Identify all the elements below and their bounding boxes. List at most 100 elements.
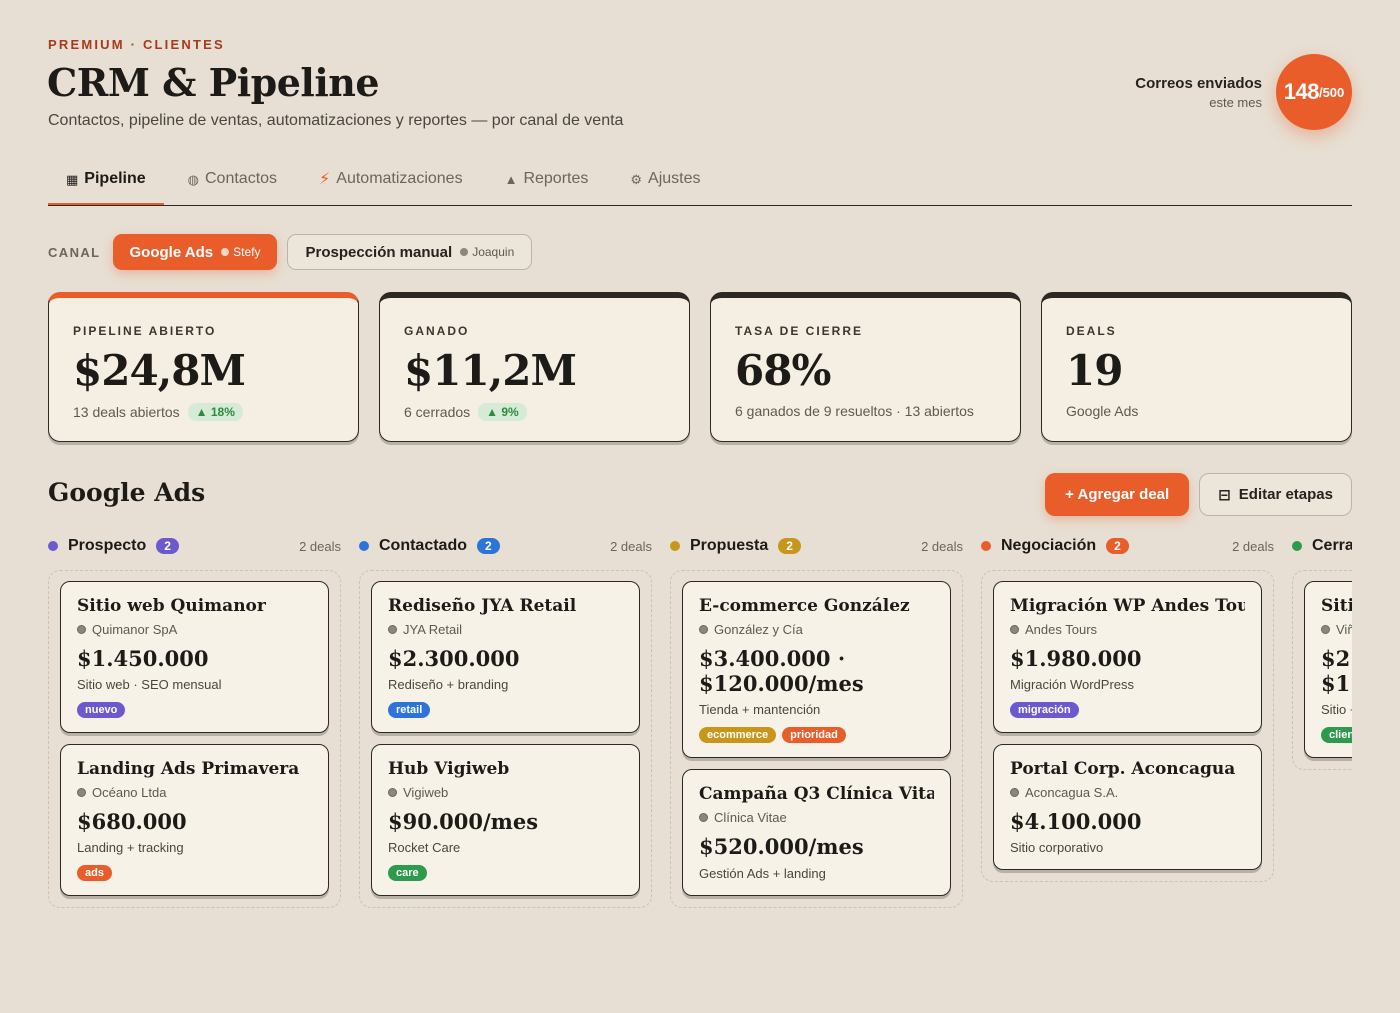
tab-label: Pipeline <box>84 170 146 187</box>
client-dot-icon <box>1010 625 1019 634</box>
deal-client: Aconcagua S.A. <box>1010 785 1245 800</box>
deal-card[interactable]: Hub Vigiweb Vigiweb $90.000/mes Rocket Care… <box>371 744 640 897</box>
column-count-badge: 2 <box>156 538 179 554</box>
deal-client: JYA Retail <box>388 622 623 637</box>
kpi-sub: 13 deals abiertos ▲ 18% <box>73 403 334 421</box>
kpi-card-deals: DEALS 19 Google Ads <box>1041 292 1352 442</box>
deal-tag: ecommerce <box>699 727 777 744</box>
deal-amount: $2.300.000 <box>388 646 520 671</box>
deal-tag: care <box>388 865 427 882</box>
pipeline-board[interactable]: Prospecto 2 2 deals Sitio web Quimanor Quima… <box>48 534 1352 954</box>
email-quota: Correos enviados este mes 148/500 <box>1135 54 1352 130</box>
kpi-card-tasa-cierre: TASA DE CIERRE 68% 6 ganados de 9 resuel… <box>710 292 1021 442</box>
client-dot-icon <box>77 625 86 634</box>
deal-title: Landing Ads Primavera <box>77 759 300 780</box>
column-name: Cerrado <box>1312 537 1352 554</box>
deal-description: Migración WordPress <box>1010 677 1135 693</box>
channel-chip-google-ads[interactable]: Google Ads Stefy <box>112 234 278 270</box>
deal-description: Sitio corporativo <box>1010 840 1104 856</box>
deal-amount: $1.450.000 <box>77 646 209 671</box>
column-header: Negociación 2 2 deals <box>981 534 1274 558</box>
deal-description: Gestión Ads + landing <box>699 865 826 881</box>
channel-owner: Joaquin <box>460 245 514 259</box>
client-dot-icon <box>699 813 708 823</box>
deal-tags: migración <box>1010 702 1245 719</box>
deal-description: Tienda + mantención <box>699 702 821 718</box>
column-name: Negociación <box>1001 537 1097 554</box>
client-name: Quimanor SpA <box>92 622 178 637</box>
column-deals-count: 2 deals <box>299 538 341 554</box>
pipeline-column: Prospecto 2 2 deals Sitio web Quimanor Quima… <box>48 534 341 909</box>
deal-card[interactable]: Sitio Viña Viña $2.500.000 $150.000/mes Sit… <box>1304 581 1352 759</box>
client-name: González y Cía <box>714 622 803 637</box>
stage-dot-icon <box>981 541 991 551</box>
tab-label: Contactos <box>205 170 278 187</box>
deal-tag: ads <box>77 865 112 882</box>
deal-card[interactable]: Migración WP Andes Tours Andes Tours $1.98… <box>993 581 1262 734</box>
deal-title: Hub Vigiweb <box>388 759 510 780</box>
tab-reportes[interactable]: ▲ Reportes <box>487 160 607 205</box>
trend-badge: ▲ 9% <box>478 403 527 421</box>
deal-card[interactable]: Rediseño JYA Retail JYA Retail $2.300.000 R… <box>371 581 640 734</box>
deal-title: Sitio web Quimanor <box>77 596 266 616</box>
stage-dot-icon <box>1292 541 1302 551</box>
column-deals-count: 2 deals <box>921 538 963 554</box>
kpi-sub: Google Ads <box>1066 403 1327 419</box>
column-count-badge: 2 <box>778 538 801 554</box>
deal-client: González y Cía <box>699 622 934 637</box>
column-count-badge: 2 <box>1106 538 1129 554</box>
client-name: Aconcagua S.A. <box>1025 785 1119 801</box>
deal-title: Rediseño JYA Retail <box>388 596 577 616</box>
header-eyebrow: PREMIUM · CLIENTES <box>48 37 225 52</box>
pipeline-columns: Prospecto 2 2 deals Sitio web Quimanor Quima… <box>48 534 1352 909</box>
board-title: Google Ads <box>48 478 206 507</box>
column-header: Cerrado11 deal <box>1292 534 1352 558</box>
column-dropzone: Migración WP Andes Tours Andes Tours $1.98… <box>981 570 1274 883</box>
channel-selector: CANAL Google Ads Stefy Prospección manua… <box>48 234 533 270</box>
deal-card[interactable]: Campaña Q3 Clínica Vitae Clínica Vitae $52… <box>682 769 951 896</box>
deal-card[interactable]: Landing Ads Primavera Océano Ltda $680.000… <box>60 744 329 897</box>
tab-pipeline[interactable]: ▦ Pipeline <box>48 160 164 205</box>
tab-label: Ajustes <box>648 170 701 187</box>
channel-chip-prospeccion-manual[interactable]: Prospección manual Joaquin <box>287 234 533 270</box>
pipeline-column: Contactado 2 2 deals Rediseño JYA Retail JYA… <box>359 534 652 909</box>
stage-dot-icon <box>359 541 369 551</box>
kpi-label: DEALS <box>1066 324 1117 338</box>
edit-stages-button[interactable]: ⊟ Editar etapas <box>1199 473 1352 516</box>
deal-description: Sitio + mantención <box>1321 702 1352 718</box>
add-deal-button[interactable]: + Agregar deal <box>1045 473 1190 516</box>
owner-dot-icon <box>460 248 469 256</box>
stages-icon: ⊟ <box>1218 486 1231 504</box>
client-name: Vigiweb <box>403 785 449 801</box>
deal-tag: migración <box>1010 702 1079 719</box>
deal-amount: $1.980.000 <box>1010 646 1142 671</box>
tab-ajustes[interactable]: ⚙ Ajustes <box>612 160 718 205</box>
kpi-value: 68% <box>735 346 831 395</box>
column-dropzone: E-commerce González González y Cía $3.400.… <box>670 570 963 908</box>
deal-card[interactable]: E-commerce González González y Cía $3.400.… <box>682 581 951 759</box>
kpi-card-ganado: GANADO $11,2M 6 cerrados ▲ 9% <box>379 292 690 442</box>
deal-title: Sitio Viña <box>1321 596 1352 616</box>
tab-automatizaciones[interactable]: ⚡ Automatizaciones <box>301 160 481 205</box>
deal-client: Océano Ltda <box>77 785 312 800</box>
quota-max: /500 <box>1318 84 1345 100</box>
column-header: Contactado 2 2 deals <box>359 534 652 558</box>
tab-contactos[interactable]: ◍ Contactos <box>170 160 295 205</box>
kpi-label: TASA DE CIERRE <box>735 324 864 338</box>
board-actions: + Agregar deal ⊟ Editar etapas <box>1045 473 1352 516</box>
client-name: Clínica Vitae <box>714 810 787 826</box>
deal-client: Vigiweb <box>388 785 623 800</box>
kpi-sub-text: 6 cerrados <box>404 404 471 420</box>
quota-sent: 148 <box>1283 79 1320 104</box>
contacts-icon: ◍ <box>187 172 199 187</box>
deal-card[interactable]: Portal Corp. Aconcagua Aconcagua S.A. $4.1… <box>993 744 1262 871</box>
kpi-sub: 6 ganados de 9 resueltos · 13 abiertos <box>735 403 996 419</box>
deal-card[interactable]: Sitio web Quimanor Quimanor SpA $1.450.000… <box>60 581 329 734</box>
deal-client: Andes Tours <box>1010 622 1245 637</box>
client-dot-icon <box>77 788 86 798</box>
column-name: Propuesta <box>690 537 769 554</box>
tab-label: Automatizaciones <box>336 170 463 187</box>
deal-title: Migración WP Andes Tours <box>1010 596 1245 616</box>
column-name: Contactado <box>379 537 467 554</box>
deal-description: Rediseño + branding <box>388 677 509 693</box>
